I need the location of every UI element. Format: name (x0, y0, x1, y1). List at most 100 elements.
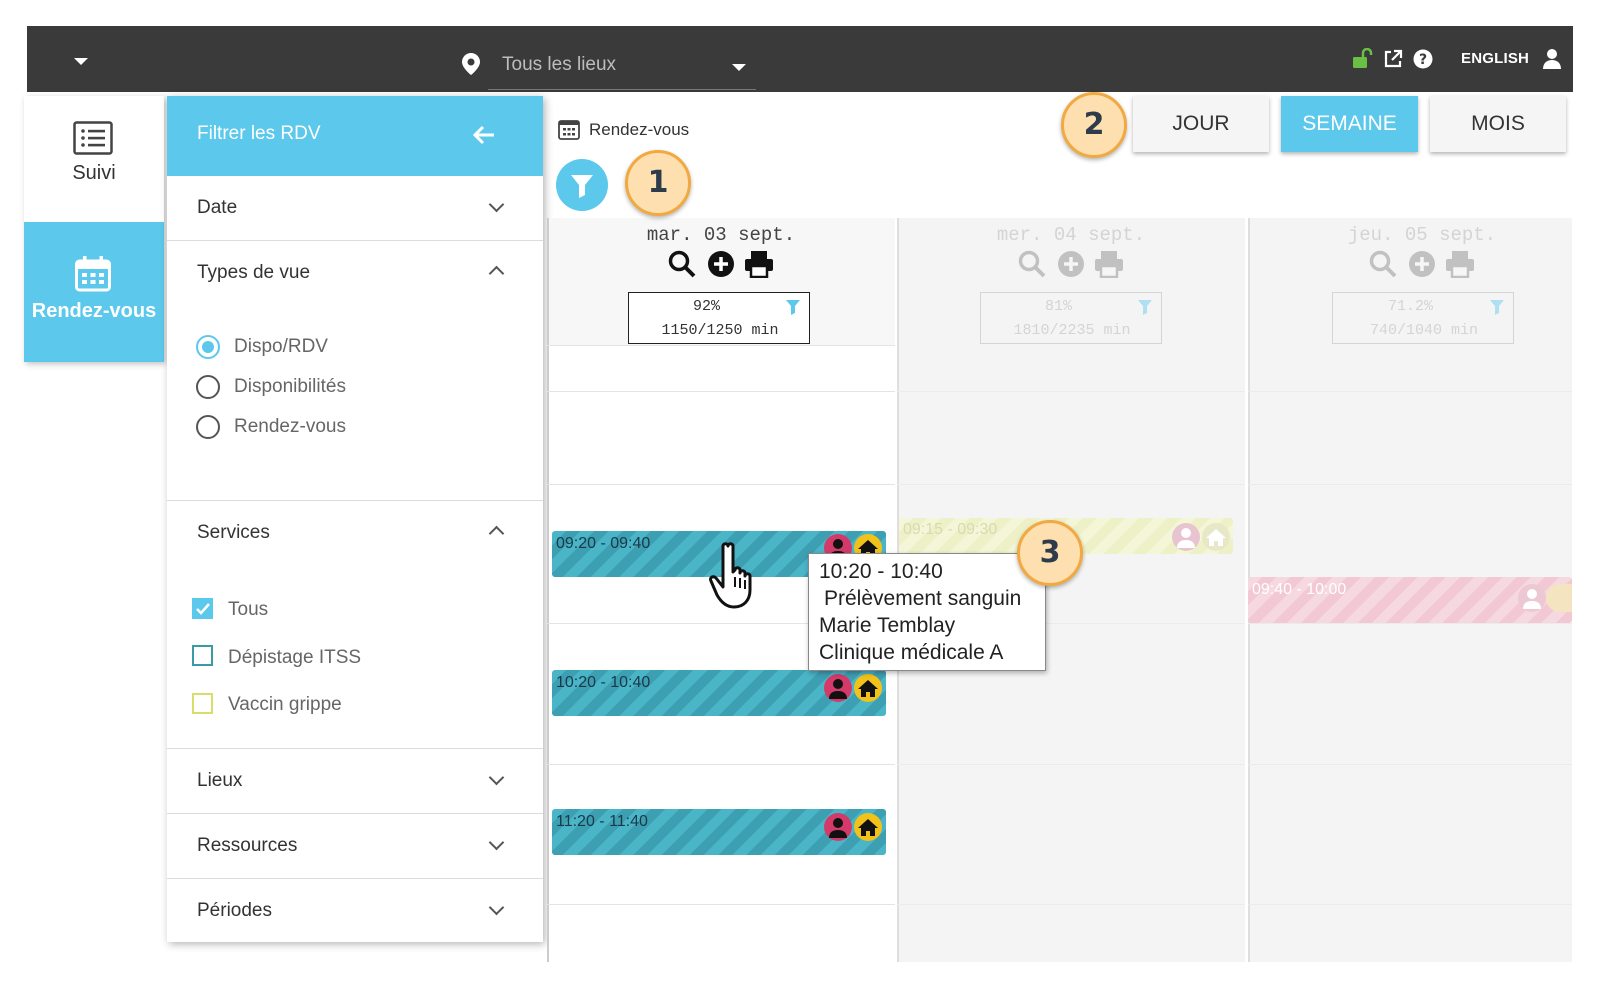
home-icon (1202, 523, 1230, 551)
tooltip-time: 10:20 - 10:40 (819, 560, 943, 583)
day-occupancy-box: 92% 1150/1250 min (628, 292, 810, 344)
nav-item-label: Rendez-vous (31, 300, 157, 322)
location-select[interactable]: Tous les lieux (502, 54, 616, 76)
help-icon[interactable]: ? (1413, 49, 1433, 74)
checkbox-label: Tous (228, 599, 269, 620)
occupancy-minutes: 740/1040 min (1369, 322, 1479, 339)
appointment-tooltip: 10:20 - 10:40 Prélèvement sanguin Marie … (808, 553, 1046, 671)
location-pin-icon (462, 53, 480, 80)
search-icon[interactable] (1369, 250, 1397, 283)
checkbox-vaccin-grippe[interactable] (192, 693, 213, 714)
home-icon (1546, 584, 1572, 612)
language-toggle[interactable]: ENGLISH (1461, 50, 1529, 67)
radio-label: Disponibilités (234, 376, 346, 397)
add-icon[interactable] (1057, 250, 1085, 283)
calendar-title: Rendez-vous (589, 120, 690, 139)
divider (167, 500, 543, 501)
radio-disponibilites[interactable] (196, 375, 220, 399)
unlock-icon[interactable] (1352, 47, 1374, 75)
checkbox-label: Dépistage ITSS (228, 647, 362, 668)
event-time: 09:15 - 09:30 (903, 521, 998, 538)
filter-toggle-button[interactable] (556, 159, 608, 211)
top-bar (27, 26, 1573, 92)
search-icon[interactable] (1018, 250, 1046, 283)
divider (167, 240, 543, 241)
day-occupancy-box: 71.2% 740/1040 min (1332, 292, 1514, 344)
checkbox-depistage-itss[interactable] (192, 645, 213, 666)
svg-text:?: ? (1419, 52, 1427, 68)
location-dropdown-caret[interactable] (732, 64, 746, 71)
add-icon[interactable] (1408, 250, 1436, 283)
calendar-icon (75, 256, 111, 297)
grid-line (1248, 764, 1572, 765)
occupancy-minutes: 1810/2235 min (1013, 322, 1131, 339)
grid-line (897, 391, 1245, 392)
home-icon (854, 674, 882, 702)
search-icon[interactable] (668, 250, 696, 283)
filter-icon (785, 299, 801, 320)
radio-label: Dispo/RDV (234, 336, 328, 357)
external-link-icon[interactable] (1383, 49, 1403, 74)
print-icon[interactable] (1445, 250, 1475, 283)
checkbox-tous[interactable] (192, 598, 213, 619)
filter-icon (1489, 299, 1505, 320)
day-occupancy-box: 81% 1810/2235 min (980, 292, 1162, 344)
occupancy-percent: 71.2% (1387, 298, 1433, 315)
calendar-small-icon (558, 118, 580, 145)
event-time: 09:40 - 10:00 (1252, 581, 1347, 598)
event-time: 10:20 - 10:40 (556, 674, 651, 691)
divider (167, 813, 543, 814)
grid-line (1248, 391, 1572, 392)
filter-panel (167, 96, 543, 942)
print-icon[interactable] (1094, 250, 1124, 283)
check-icon (196, 603, 210, 615)
location-underline (488, 89, 756, 90)
hand-cursor-icon (706, 540, 770, 615)
divider (167, 878, 543, 879)
grid-line (1248, 623, 1572, 624)
section-services[interactable]: Services (197, 522, 270, 544)
tooltip-patient: Marie Temblay (819, 614, 956, 637)
user-icon[interactable] (1543, 48, 1561, 75)
patient-avatar-icon (1172, 523, 1200, 551)
view-day-button[interactable]: JOUR (1133, 96, 1269, 152)
grid-line (897, 764, 1245, 765)
callout-badge-1: 1 (625, 150, 691, 216)
view-month-button[interactable]: MOIS (1430, 96, 1566, 152)
radio-rendez-vous[interactable] (196, 415, 220, 439)
column-border (547, 218, 549, 962)
grid-line (897, 484, 1245, 485)
callout-badge-3: 3 (1017, 520, 1083, 586)
menu-dropdown-caret[interactable] (74, 58, 88, 65)
patient-avatar-icon (1518, 584, 1546, 612)
filter-panel-title: Filtrer les RDV (197, 123, 321, 144)
grid-line (547, 391, 895, 392)
section-places[interactable]: Lieux (197, 770, 242, 792)
arrow-left-icon[interactable] (472, 125, 495, 150)
day-header-label: jeu. 05 sept. (1347, 224, 1497, 246)
filter-icon (571, 175, 593, 198)
callout-badge-2: 2 (1061, 92, 1127, 158)
section-date[interactable]: Date (197, 197, 237, 219)
occupancy-minutes: 1150/1250 min (661, 322, 779, 339)
radio-dispo-rdv[interactable] (196, 335, 220, 359)
list-icon (73, 121, 113, 160)
day-header-label: mar. 03 sept. (646, 224, 796, 246)
day-header-label: mer. 04 sept. (996, 224, 1146, 246)
occupancy-percent: 81% (1044, 298, 1072, 315)
filter-icon (1137, 299, 1153, 320)
section-resources[interactable]: Ressources (197, 835, 297, 857)
event-time: 11:20 - 11:40 (556, 813, 648, 830)
grid-line (1248, 484, 1572, 485)
print-icon[interactable] (744, 250, 774, 283)
home-icon (854, 813, 882, 841)
patient-avatar-icon (824, 813, 852, 841)
section-view-types[interactable]: Types de vue (197, 262, 310, 284)
section-periods[interactable]: Périodes (197, 900, 272, 922)
view-week-button[interactable]: SEMAINE (1281, 96, 1418, 152)
event-time: 09:20 - 09:40 (556, 535, 651, 552)
nav-item-rendez-vous[interactable]: Rendez-vous (24, 222, 164, 362)
nav-item-suivi[interactable]: Suivi (24, 96, 164, 222)
patient-avatar-icon (824, 674, 852, 702)
add-icon[interactable] (707, 250, 735, 283)
